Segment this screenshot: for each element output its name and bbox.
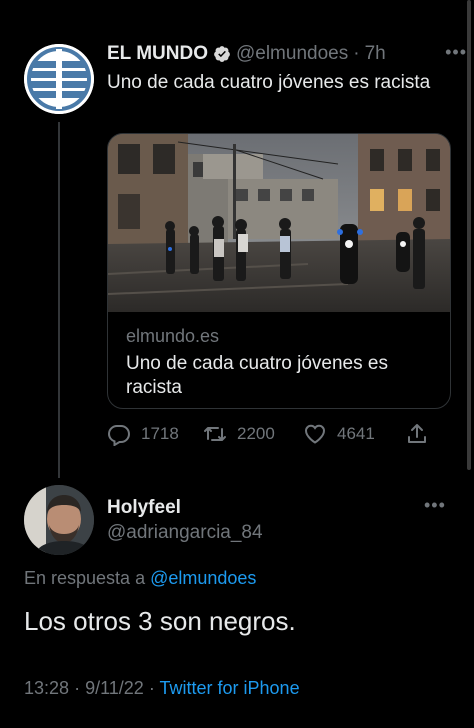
reply-author-handle[interactable]: @adriangarcia_84 xyxy=(107,522,263,544)
reply-context: En respuesta a @elmundoes xyxy=(24,568,256,589)
tweet-actions: 1718 2200 4641 xyxy=(107,422,437,446)
tweet-header: EL MUNDO @elmundoes · 7h ••• xyxy=(107,42,466,66)
profile-photo xyxy=(24,485,94,555)
share-button[interactable] xyxy=(405,422,439,446)
card-domain: elmundo.es xyxy=(126,326,220,346)
tweet-date[interactable]: 9/11/22 xyxy=(85,678,144,698)
like-button[interactable]: 4641 xyxy=(303,422,375,446)
like-count: 4641 xyxy=(337,424,375,443)
separator-dot: · xyxy=(353,43,360,64)
tweet-time[interactable]: 7h xyxy=(365,43,386,65)
share-icon xyxy=(408,424,426,443)
reply-icon xyxy=(107,425,131,446)
verified-badge-icon xyxy=(214,46,230,62)
separator-dot: · xyxy=(148,678,155,698)
author-name[interactable]: EL MUNDO xyxy=(107,43,208,65)
reply-author-name[interactable]: Holyfeel xyxy=(107,497,181,519)
source-link[interactable]: Twitter for iPhone xyxy=(160,678,300,698)
retweet-button[interactable]: 2200 xyxy=(203,422,275,446)
retweet-count: 2200 xyxy=(237,424,275,443)
reply-button[interactable]: 1718 xyxy=(107,422,179,446)
scrollbar[interactable] xyxy=(467,0,471,470)
reply-prefix: En respuesta a xyxy=(24,568,146,588)
avatar[interactable] xyxy=(24,44,94,114)
retweet-icon xyxy=(204,427,226,441)
card-image xyxy=(108,134,450,312)
tweet-timestamp[interactable]: 13:28 xyxy=(24,678,69,698)
reply-mention-link[interactable]: @elmundoes xyxy=(150,568,256,588)
card-title: Uno de cada cuatro jóvenes es racista xyxy=(126,353,388,398)
more-options-icon[interactable]: ••• xyxy=(445,42,467,63)
tweet-text: Uno de cada cuatro jóvenes es racista xyxy=(107,72,431,93)
more-options-icon[interactable]: ••• xyxy=(424,495,446,516)
tweet-metadata: 13:28 · 9/11/22 · Twitter for iPhone xyxy=(24,678,300,699)
author-handle[interactable]: @elmundoes xyxy=(236,43,348,65)
link-card[interactable]: elmundo.es Uno de cada cuatro jóvenes es… xyxy=(107,133,451,409)
heart-icon xyxy=(304,424,326,444)
avatar[interactable] xyxy=(24,485,94,555)
el-mundo-logo-icon xyxy=(24,44,94,114)
thread-connector-line xyxy=(58,122,60,478)
separator-dot: · xyxy=(74,678,81,698)
reply-count: 1718 xyxy=(141,424,179,443)
reply-text: Los otros 3 son negros. xyxy=(24,606,296,636)
